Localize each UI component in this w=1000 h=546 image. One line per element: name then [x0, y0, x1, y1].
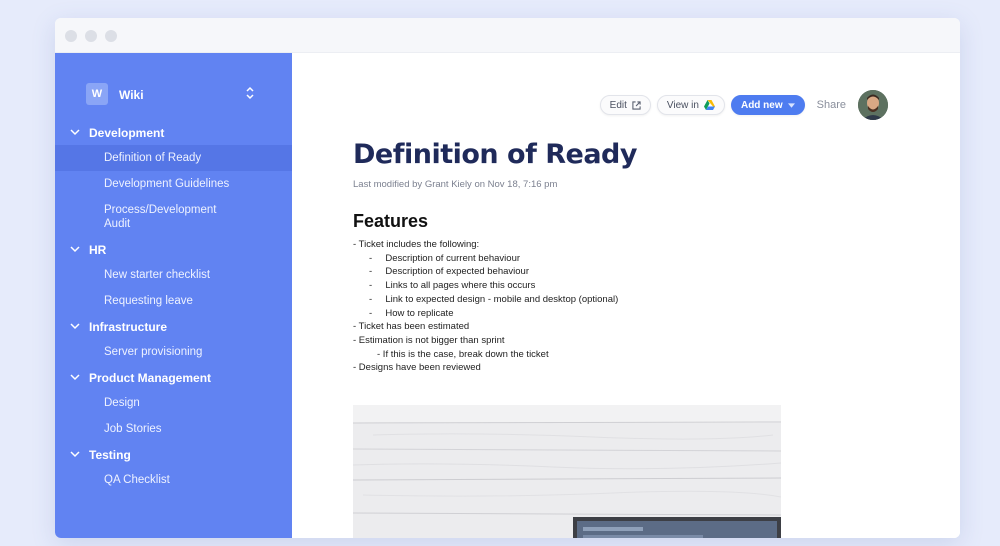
nav-group-product-management: Product Management Design Job Stories	[55, 365, 292, 442]
share-button[interactable]: Share	[817, 99, 846, 111]
chevron-down-icon	[70, 323, 80, 330]
nav-group-development: Development Definition of Ready Developm…	[55, 120, 292, 237]
page-toolbar: Edit View in Add new Share	[594, 90, 888, 120]
nav-group-label: HR	[89, 242, 107, 257]
nav-group-label: Development	[89, 125, 165, 140]
list-item: - If this is the case, break down the ti…	[377, 348, 549, 360]
edit-button-label: Edit	[609, 99, 627, 111]
document-body: - Ticket includes the following: - Descr…	[353, 238, 618, 375]
sidebar-item-server-provisioning[interactable]: Server provisioning	[55, 339, 292, 365]
sidebar-item-new-starter-checklist[interactable]: New starter checklist	[55, 262, 292, 288]
list-item: - Designs have been reviewed	[353, 362, 481, 374]
workspace-badge[interactable]: W	[86, 83, 108, 105]
sidebar: W Wiki Development Definition of Ready D…	[55, 53, 292, 538]
external-link-icon	[632, 100, 641, 110]
up-down-chevron-icon[interactable]	[244, 83, 256, 103]
nav-group-header[interactable]: Testing	[55, 442, 292, 467]
sidebar-item-process-development-audit[interactable]: Process/Development Audit	[55, 197, 292, 237]
list-item: - Link to expected design - mobile and d…	[369, 293, 619, 305]
list-item: - How to replicate	[369, 307, 454, 319]
caret-down-icon	[787, 102, 795, 108]
nav-group-label: Product Management	[89, 370, 212, 385]
sidebar-item-design[interactable]: Design	[55, 390, 292, 416]
user-photo	[858, 90, 888, 120]
list-item: - Description of expected behaviour	[369, 266, 530, 278]
list-item: - Estimation is not bigger than sprint	[353, 334, 505, 346]
chevron-down-icon	[70, 129, 80, 136]
window-maximize-dot[interactable]	[105, 30, 117, 42]
list-item: - Links to all pages where this occurs	[369, 280, 536, 292]
chevron-down-icon	[70, 451, 80, 458]
sidebar-item-job-stories[interactable]: Job Stories	[55, 416, 292, 442]
sidebar-item-development-guidelines[interactable]: Development Guidelines	[55, 171, 292, 197]
nav-group-header[interactable]: Development	[55, 120, 292, 145]
chevron-down-icon	[70, 246, 80, 253]
google-drive-icon	[703, 100, 715, 110]
view-in-button-label: View in	[666, 99, 699, 111]
nav-group-hr: HR New starter checklist Requesting leav…	[55, 237, 292, 314]
wooden-desk-laptop-image	[353, 405, 781, 538]
sidebar-item-qa-checklist[interactable]: QA Checklist	[55, 467, 292, 493]
app-window: W Wiki Development Definition of Ready D…	[55, 18, 960, 538]
window-titlebar	[55, 18, 960, 53]
add-new-button-label: Add new	[740, 99, 783, 111]
nav-group-label: Testing	[89, 447, 131, 462]
window-close-dot[interactable]	[65, 30, 77, 42]
avatar[interactable]	[858, 90, 888, 120]
page-title: Definition of Ready	[353, 139, 637, 170]
nav-group-header[interactable]: Infrastructure	[55, 314, 292, 339]
edit-button[interactable]: Edit	[599, 95, 651, 115]
document-image	[353, 405, 781, 538]
nav-group-header[interactable]: Product Management	[55, 365, 292, 390]
sidebar-item-definition-of-ready[interactable]: Definition of Ready	[55, 145, 292, 171]
section-heading: Features	[353, 211, 429, 231]
nav-group-label: Infrastructure	[89, 319, 168, 334]
last-modified-info: Last modified by Grant Kiely on Nov 18, …	[353, 179, 558, 190]
main-content: Edit View in Add new Share Definition of…	[292, 53, 960, 538]
view-in-drive-button[interactable]: View in	[656, 95, 725, 115]
sidebar-item-requesting-leave[interactable]: Requesting leave	[55, 288, 292, 314]
workspace-name[interactable]: Wiki	[119, 88, 144, 102]
add-new-button[interactable]: Add new	[730, 95, 805, 115]
list-item: - Ticket has been estimated	[353, 321, 470, 333]
chevron-down-icon	[70, 374, 80, 381]
nav-group-testing: Testing QA Checklist	[55, 442, 292, 493]
nav-group-infrastructure: Infrastructure Server provisioning	[55, 314, 292, 365]
list-item: - Description of current behaviour	[369, 252, 521, 264]
sidebar-nav: Development Definition of Ready Developm…	[55, 120, 292, 493]
window-minimize-dot[interactable]	[85, 30, 97, 42]
list-item: - Ticket includes the following:	[353, 239, 480, 250]
nav-group-header[interactable]: HR	[55, 237, 292, 262]
